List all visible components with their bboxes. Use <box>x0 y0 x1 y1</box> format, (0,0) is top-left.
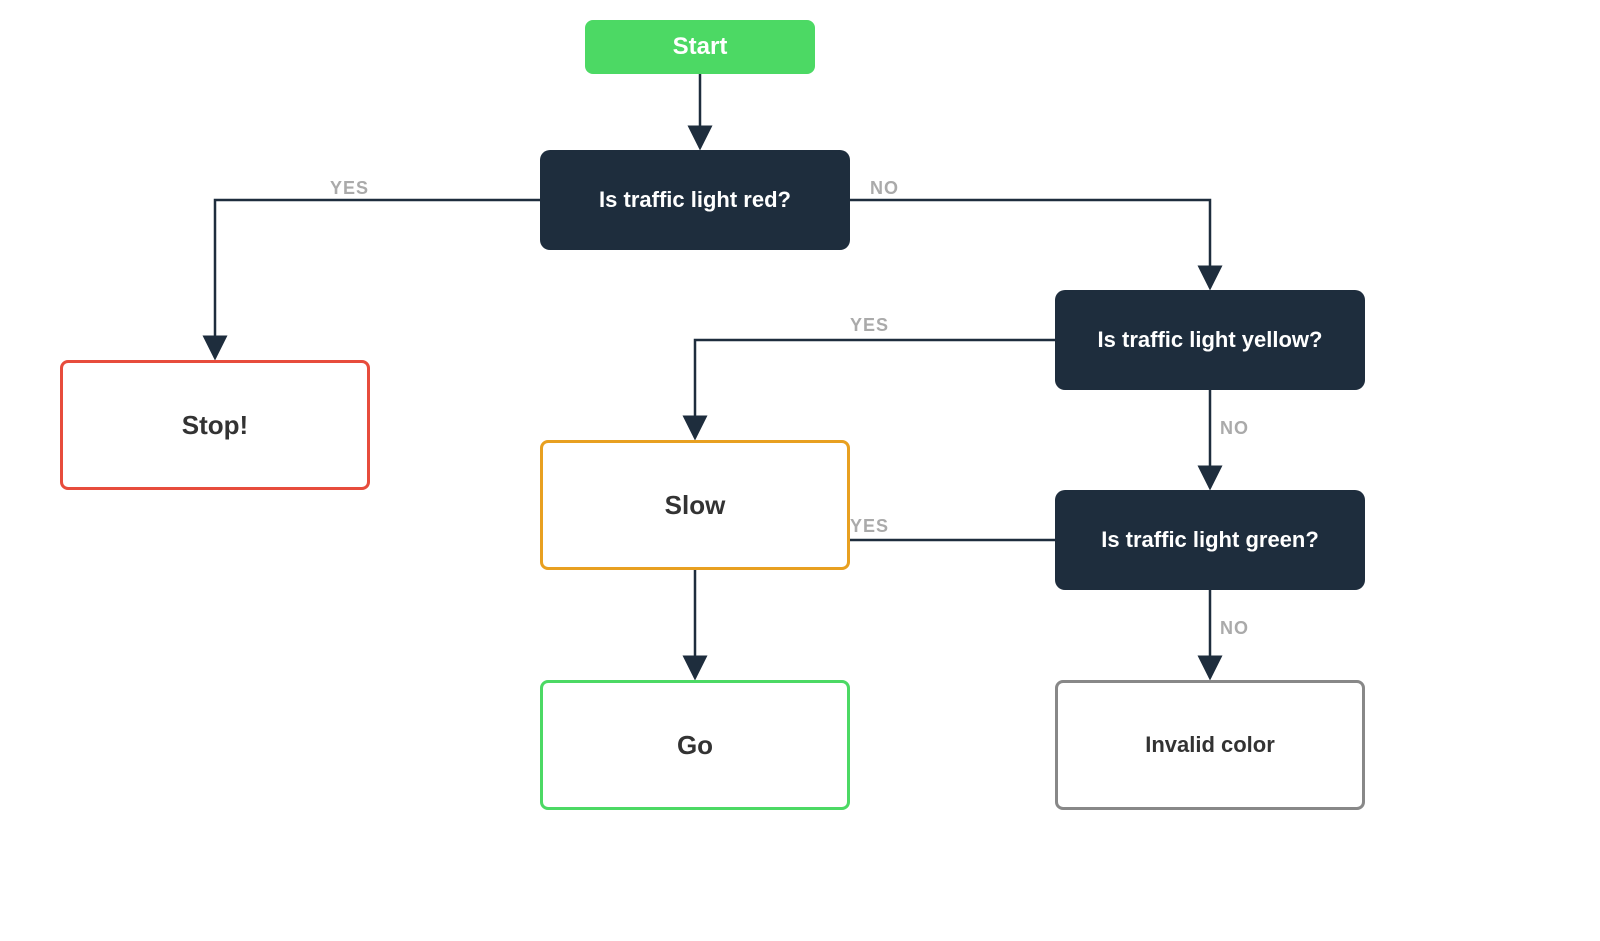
start-label: Start <box>673 33 728 61</box>
flowchart-diagram: Start Is traffic light red? Is traffic l… <box>0 0 1600 941</box>
stop-label: Stop! <box>182 410 248 441</box>
q2-label: Is traffic light yellow? <box>1098 327 1323 353</box>
go-node: Go <box>540 680 850 810</box>
q1-node: Is traffic light red? <box>540 150 850 250</box>
q3-node: Is traffic light green? <box>1055 490 1365 590</box>
invalid-label: Invalid color <box>1145 732 1275 758</box>
start-node: Start <box>585 20 815 74</box>
yes3-label: YES <box>850 516 889 537</box>
stop-node: Stop! <box>60 360 370 490</box>
no2-label: NO <box>1220 418 1249 439</box>
yes2-label: YES <box>850 315 889 336</box>
q1-label: Is traffic light red? <box>599 187 791 213</box>
invalid-node: Invalid color <box>1055 680 1365 810</box>
no1-label: NO <box>870 178 899 199</box>
q2-node: Is traffic light yellow? <box>1055 290 1365 390</box>
go-label: Go <box>677 730 713 761</box>
no3-label: NO <box>1220 618 1249 639</box>
q3-label: Is traffic light green? <box>1101 527 1319 553</box>
yes1-label: YES <box>330 178 369 199</box>
slow-node: Slow <box>540 440 850 570</box>
slow-label: Slow <box>665 490 726 521</box>
